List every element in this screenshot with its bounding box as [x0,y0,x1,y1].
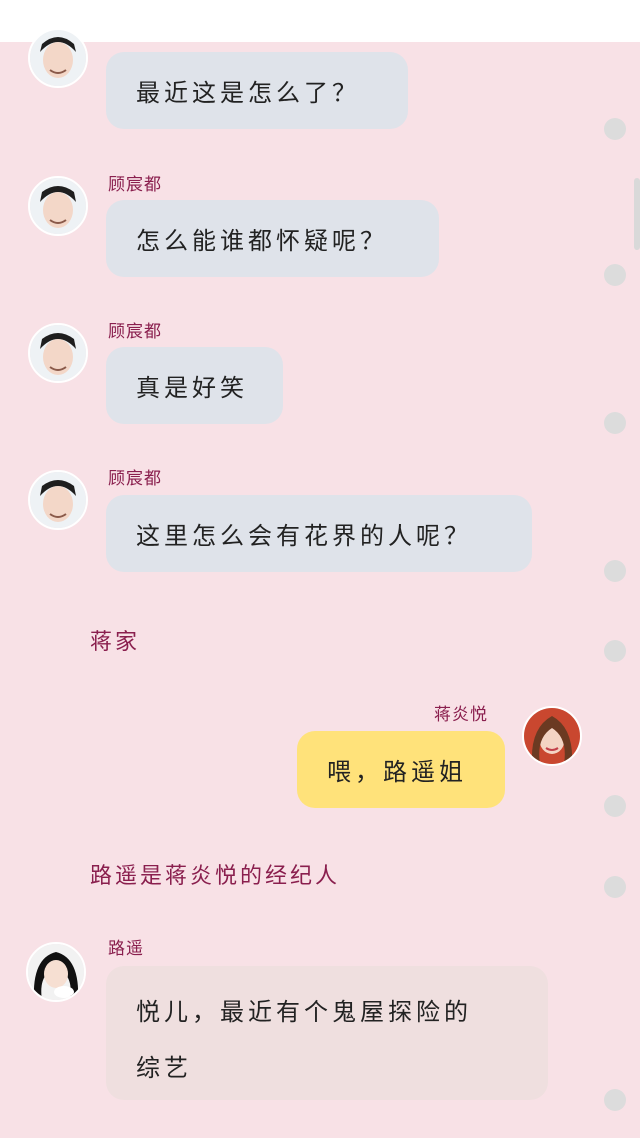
sender-name: 路遥 [108,939,144,959]
avatar-jiang[interactable] [522,706,582,766]
message-text: 真是好笑 [136,374,248,402]
bullet-dot [604,412,626,434]
sender-name: 蒋炎悦 [434,705,488,725]
message-bubble[interactable]: 这里怎么会有花界的人呢？ [106,495,532,572]
avatar-lu[interactable] [26,942,86,1002]
message-bubble[interactable]: 喂，路遥姐 [297,731,505,808]
message-bubble[interactable]: 怎么能谁都怀疑呢？ [106,200,439,277]
sender-name: 顾宸都 [108,322,162,342]
female-avatar-icon [28,944,84,1000]
male-avatar-icon [30,30,86,86]
female-avatar-icon [524,708,580,764]
status-bar [0,0,640,42]
male-avatar-icon [30,472,86,528]
message-text: 怎么能谁都怀疑呢？ [136,227,388,255]
scrollbar[interactable] [634,178,640,250]
avatar-gu[interactable] [28,28,88,88]
message-text: 喂，路遥姐 [327,758,467,786]
avatar-gu[interactable] [28,470,88,530]
male-avatar-icon [30,325,86,381]
scene-narration: 蒋家 [90,630,141,655]
avatar-gu[interactable] [28,176,88,236]
message-bubble[interactable]: 悦儿，最近有个鬼屋探险的综艺 [106,966,548,1100]
bullet-dot [604,1089,626,1111]
avatar-gu[interactable] [28,323,88,383]
message-bubble[interactable]: 真是好笑 [106,347,283,424]
bullet-dot [604,795,626,817]
message-text: 这里怎么会有花界的人呢？ [136,522,472,550]
message-bubble[interactable]: 最近这是怎么了？ [106,52,408,129]
bullet-dot [604,264,626,286]
sender-name: 顾宸都 [108,175,162,195]
bullet-dot [604,118,626,140]
bullet-dot [604,640,626,662]
male-avatar-icon [30,178,86,234]
scene-narration: 路遥是蒋炎悦的经纪人 [90,864,341,889]
message-text: 悦儿，最近有个鬼屋探险的综艺 [136,998,472,1082]
message-text: 最近这是怎么了？ [136,79,360,107]
sender-name: 顾宸都 [108,469,162,489]
bullet-dot [604,876,626,898]
bullet-dot [604,560,626,582]
